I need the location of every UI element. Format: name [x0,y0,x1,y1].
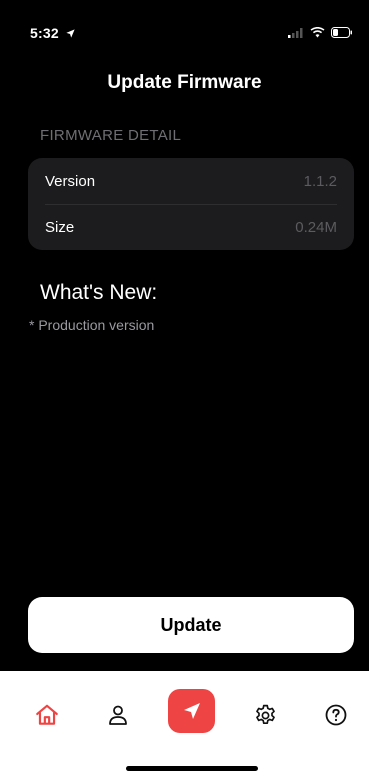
page-title: Update Firmware [107,72,262,93]
location-arrow-icon [66,29,75,38]
whats-new-heading: What's New: [40,281,158,304]
gear-icon [255,704,275,724]
status-indicators [288,27,353,38]
signal-icon [288,27,303,38]
tab-home[interactable] [27,695,67,735]
version-row: Version 1.1.2 [45,158,337,205]
help-icon [325,704,347,726]
wifi-icon [310,27,325,38]
size-key: Size [45,218,75,236]
firmware-detail-card: Version 1.1.2 Size 0.24M [28,158,354,250]
release-note: * Production version [29,317,155,333]
battery-icon [331,27,352,38]
home-icon [36,704,58,725]
update-button[interactable]: Update [28,597,354,653]
tab-navigation[interactable] [168,689,215,733]
tab-bar [0,671,369,776]
home-indicator [126,766,258,771]
navigation-icon [183,703,200,719]
status-bar: 5:32 [0,0,369,44]
tab-settings[interactable] [245,695,285,735]
size-row: Size 0.24M [45,204,337,250]
tab-help[interactable] [316,695,356,735]
profile-icon [109,705,127,725]
status-time: 5:32 [30,25,76,41]
version-key: Version [45,172,96,190]
firmware-detail-label: FIRMWARE DETAIL [40,127,182,144]
tab-profile[interactable] [98,695,138,735]
version-value: 1.1.2 [303,172,337,190]
status-time-text: 5:32 [30,25,59,41]
size-value: 0.24M [295,218,337,236]
